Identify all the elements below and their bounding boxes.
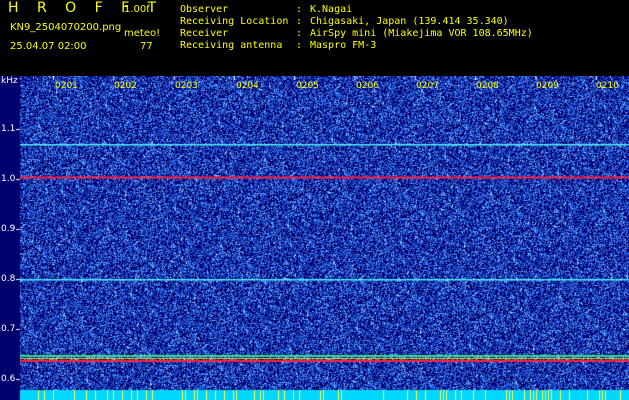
x-tick-label: 0201 <box>55 81 78 91</box>
info-key: Observer <box>180 4 229 15</box>
info-sep: : <box>296 16 303 27</box>
x-tick-label: 0207 <box>416 81 439 91</box>
y-tick-label: 0.6 <box>1 374 16 384</box>
y-tick-label: 0.8 <box>1 274 16 284</box>
info-key: Receiving Location <box>180 16 289 27</box>
info-value: K.Nagai <box>310 4 353 15</box>
filename-label: KN9_2504070200.png <box>10 22 122 33</box>
x-tick-label: 0203 <box>175 81 198 91</box>
meteor-count: 77 <box>140 41 153 52</box>
timestamp-label: 25.04.07 02:00 <box>10 41 87 52</box>
x-tick-label: 0210 <box>596 81 619 91</box>
info-row-antenna: Receiving antenna : Maspro FM-3 <box>180 40 533 52</box>
x-tick-label: 0202 <box>114 81 137 91</box>
x-tick-label: 0205 <box>296 81 319 91</box>
meteo-label: meteo! <box>124 28 161 39</box>
info-value: Maspro FM-3 <box>310 40 377 51</box>
info-row-location: Receiving Location : Chigasaki, Japan (1… <box>180 16 533 28</box>
x-tick-label: 0209 <box>536 81 559 91</box>
info-key: Receiving antenna <box>180 40 283 51</box>
y-tick-label: 1.0 <box>1 174 16 184</box>
spectrogram-canvas <box>0 76 629 400</box>
info-value: Chigasaki, Japan (139.414 35.340) <box>310 16 509 27</box>
y-tick-label: 0.9 <box>1 224 16 234</box>
info-key: Receiver <box>180 28 229 39</box>
x-tick-label: 0208 <box>476 81 499 91</box>
info-row-observer: Observer : K.Nagai <box>180 4 533 16</box>
x-tick-label: 0206 <box>356 81 379 91</box>
y-tick-label: 1.1 <box>1 124 16 134</box>
station-info: Observer : K.Nagai Receiving Location : … <box>180 4 533 52</box>
info-row-receiver: Receiver : AirSpy mini (Miakejima VOR 10… <box>180 28 533 40</box>
y-tick-label: 0.7 <box>1 324 16 334</box>
info-sep: : <box>296 28 303 39</box>
info-sep: : <box>296 40 303 51</box>
info-value: AirSpy mini (Miakejima VOR 108.65MHz) <box>310 28 533 39</box>
y-axis-unit: kHz <box>1 76 18 86</box>
info-sep: : <box>296 4 303 15</box>
x-tick-label: 0204 <box>236 81 259 91</box>
version-label: 1.00f <box>124 4 150 15</box>
